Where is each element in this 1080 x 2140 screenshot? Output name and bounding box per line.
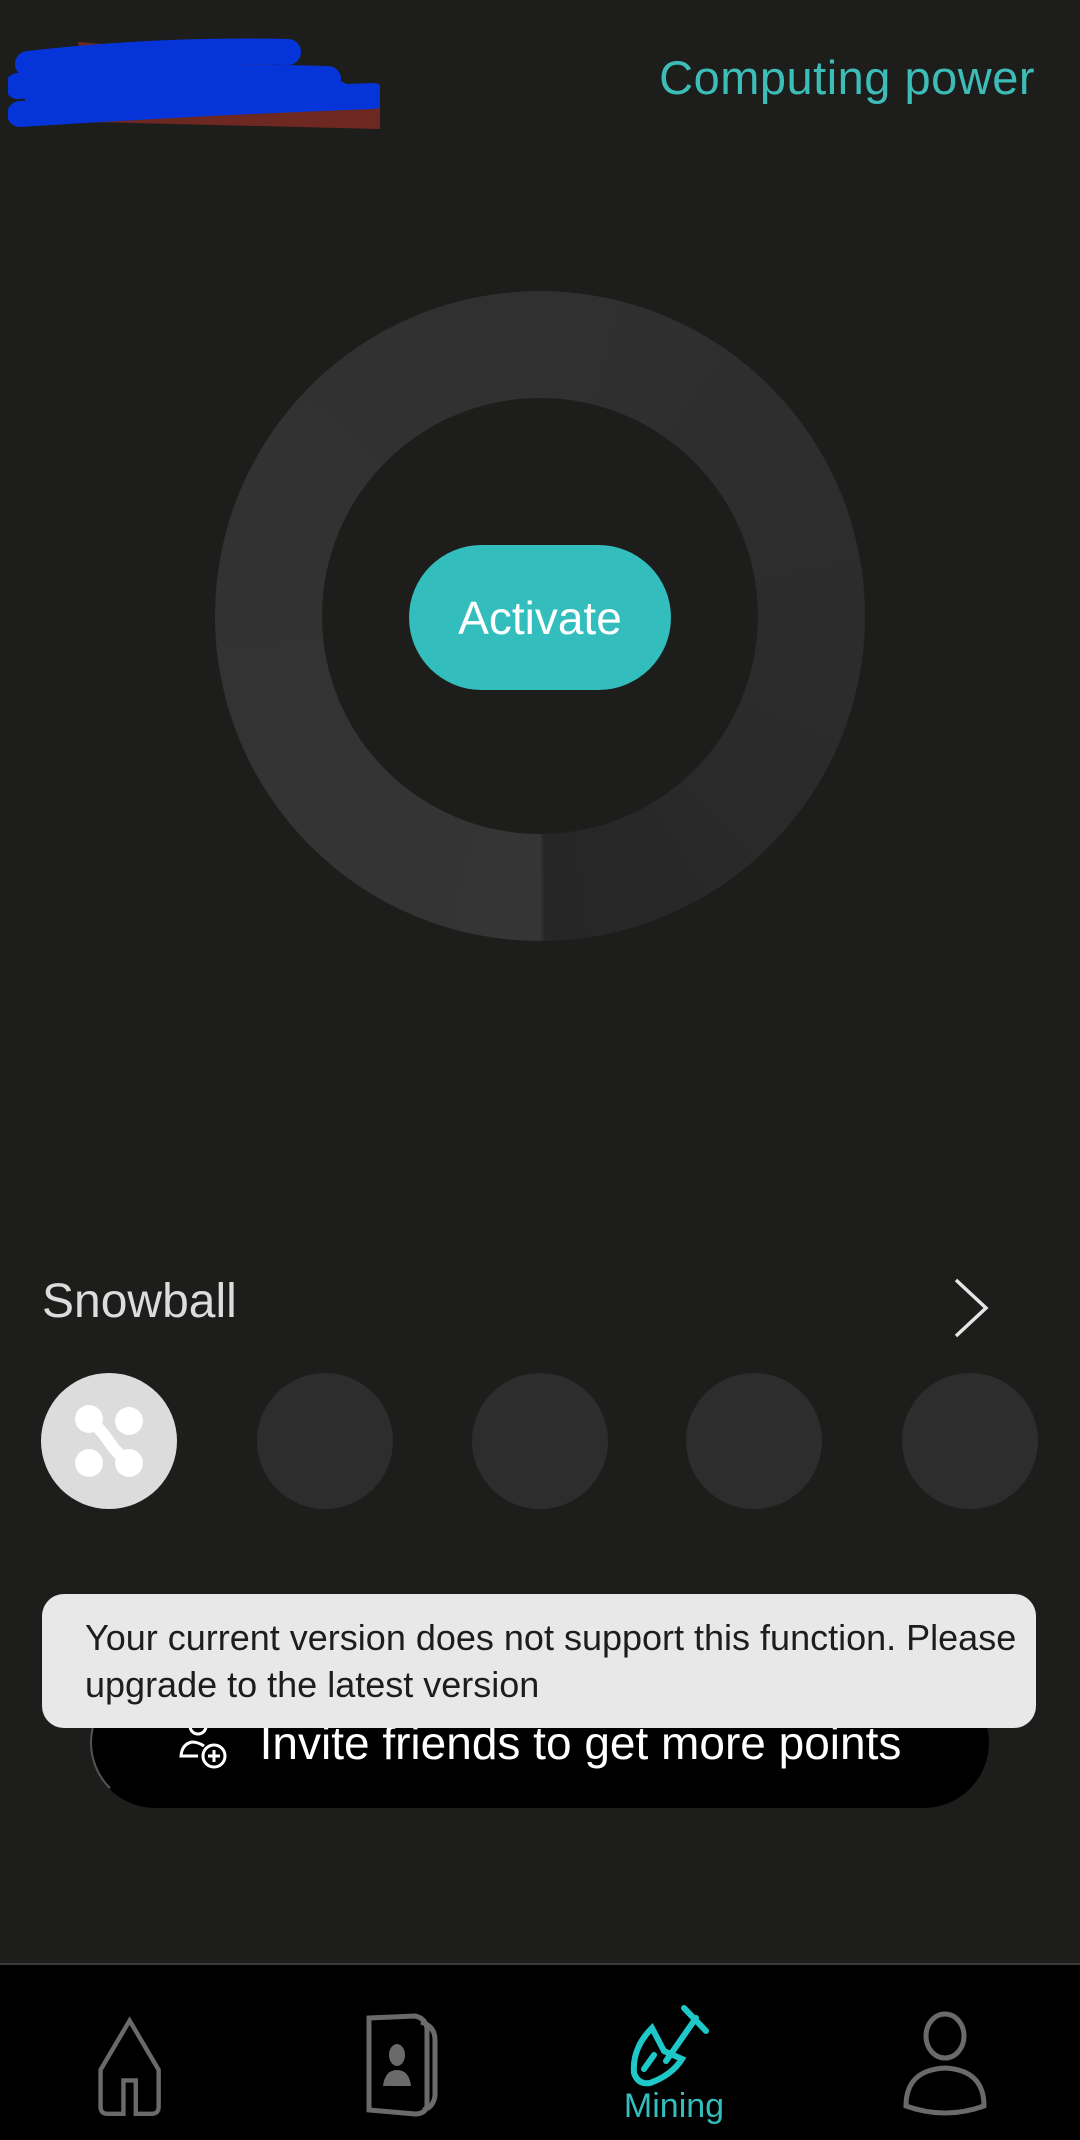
shovel-icon <box>630 2005 709 2087</box>
nav-contacts[interactable] <box>302 1965 502 2140</box>
snowball-slot-active[interactable] <box>41 1373 177 1509</box>
redacted-username <box>8 38 380 129</box>
activate-button[interactable]: Activate <box>409 545 671 690</box>
snowball-label: Snowball <box>42 1275 237 1328</box>
computing-power-link[interactable]: Computing power <box>659 50 1035 105</box>
toast-message: Your current version does not support th… <box>42 1594 1036 1728</box>
nav-profile[interactable] <box>845 1965 1045 2140</box>
chevron-right-icon[interactable] <box>950 1276 994 1340</box>
nav-mining[interactable]: Mining <box>574 1965 774 2140</box>
home-icon <box>98 2016 161 2117</box>
snowball-slot[interactable] <box>902 1373 1038 1509</box>
profile-icon <box>903 2011 987 2116</box>
nav-home[interactable] <box>35 1965 235 2140</box>
snowball-slot[interactable] <box>686 1373 822 1509</box>
nav-mining-label: Mining <box>623 2087 725 2125</box>
snowball-slot[interactable] <box>472 1373 608 1509</box>
contacts-book-icon <box>366 2013 438 2117</box>
bottom-nav: Mining <box>0 1963 1080 2140</box>
snowball-network-icon <box>75 1405 143 1477</box>
snowball-slot[interactable] <box>257 1373 393 1509</box>
